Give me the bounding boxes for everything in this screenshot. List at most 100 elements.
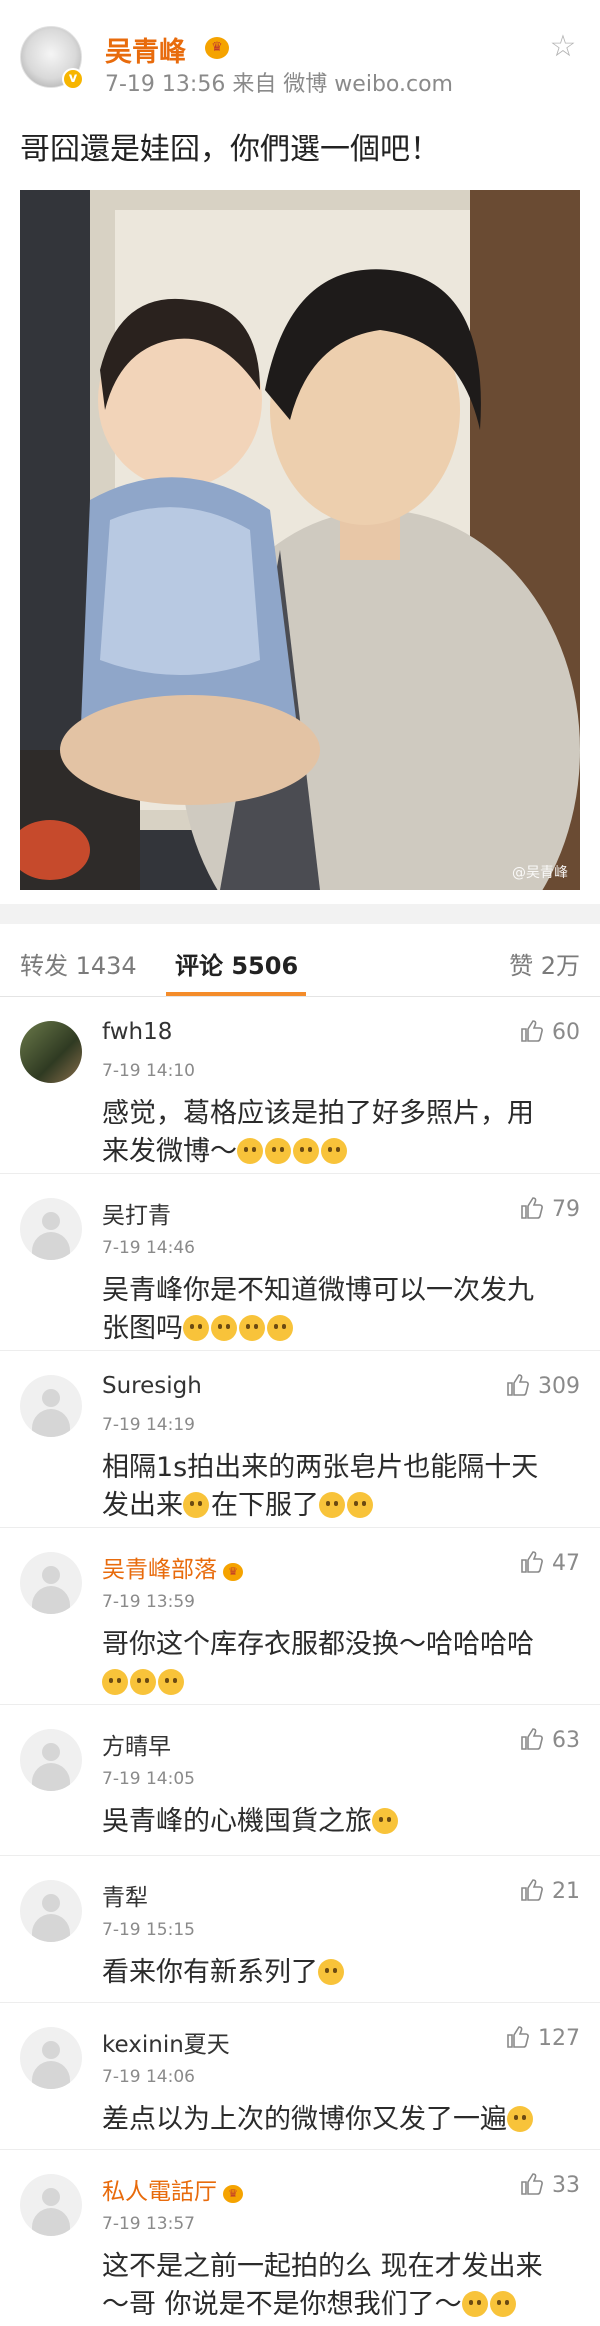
photo-illustration: [20, 190, 580, 890]
comment-item: 吴青峰部落 ♛ 7-19 13:59 47 哥你这个库存衣服都没换～哈哈哈哈: [0, 1528, 600, 1705]
crying-emoji-icon: [183, 1315, 209, 1341]
thumb-up-icon: [521, 1879, 543, 1901]
comment-time: 7-19 14:46: [102, 1238, 195, 1258]
like-count: 79: [552, 1197, 580, 1222]
vip-crown-icon: ♛: [205, 37, 229, 59]
commenter-name[interactable]: 青犁: [102, 1878, 148, 1912]
commenter-name[interactable]: 吴青峰部落 ♛: [102, 1550, 243, 1584]
verified-badge-icon: v: [62, 68, 84, 90]
like-button[interactable]: 33: [520, 2172, 580, 2198]
thumb-up-icon: [521, 1020, 543, 1042]
like-button[interactable]: 60: [520, 1019, 580, 1045]
smile-emoji-icon: [293, 1138, 319, 1164]
post-meta: 7-19 13:56 来自 微博 weibo.com: [105, 72, 453, 97]
like-button[interactable]: 47: [520, 1550, 580, 1576]
crying-emoji-icon: [239, 1315, 265, 1341]
section-divider: [0, 904, 600, 924]
laughing-emoji-icon: [130, 1669, 156, 1695]
like-button[interactable]: 127: [506, 2025, 580, 2051]
thumb-up-icon: [521, 1728, 543, 1750]
comment-text: 吳青峰的心機囤貨之旅: [102, 1803, 580, 1841]
comment-text: 这不是之前一起拍的么 现在才发出来 ～哥 你说是不是你想我们了～: [102, 2251, 543, 2320]
laughing-emoji-icon: [158, 1669, 184, 1695]
smile-emoji-icon: [265, 1138, 291, 1164]
smile-emoji-icon: [237, 1138, 263, 1164]
kiss-emoji-icon: [489, 2291, 516, 2317]
comment-text: 看来你有新系列了: [102, 1954, 580, 1992]
crying-emoji-icon: [211, 1315, 237, 1341]
comment-time: 7-19 15:15: [102, 1920, 195, 1940]
clap-emoji-icon: [347, 1492, 373, 1518]
post-text: 哥囧還是娃囧，你們選一個吧！: [20, 132, 440, 167]
like-count: 21: [552, 1879, 580, 1904]
active-tab-underline: [166, 992, 306, 996]
post-tabs: 转发 1434 评论 5506 赞 2万: [0, 924, 600, 997]
thumb-up-icon: [521, 2173, 543, 2195]
tab-comments[interactable]: 评论 5506: [175, 946, 298, 981]
comment-time: 7-19 14:05: [102, 1769, 195, 1789]
vip-crown-icon: ♛: [223, 1563, 243, 1581]
like-button[interactable]: 79: [520, 1196, 580, 1222]
comment-time: 7-19 14:06: [102, 2067, 195, 2087]
comment-item: Suresigh 7-19 14:19 309 相隔1s拍出来的两张皂片也能隔十…: [0, 1351, 600, 1528]
comment-text: 吴青峰你是不知道微博可以一次发九 张图吗: [102, 1275, 534, 1344]
commenter-avatar[interactable]: [20, 1729, 82, 1791]
commenter-avatar[interactable]: [20, 2027, 82, 2089]
commenter-avatar[interactable]: [20, 1021, 82, 1083]
laughing-tears-emoji-icon: [507, 2106, 533, 2132]
clap-emoji-icon: [319, 1492, 345, 1518]
favorite-star-icon[interactable]: ☆: [546, 30, 580, 64]
commenter-name[interactable]: fwh18: [102, 1019, 172, 1045]
like-count: 33: [552, 2173, 580, 2198]
vip-crown-icon: ♛: [223, 2185, 243, 2203]
commenter-name[interactable]: 私人電話厅 ♛: [102, 2172, 243, 2206]
doge-emoji-icon: [318, 1959, 344, 1985]
thumb-up-icon: [507, 2026, 529, 2048]
like-button[interactable]: 309: [506, 1373, 580, 1399]
photo-watermark: @吴青峰: [512, 865, 568, 881]
commenter-avatar[interactable]: [20, 1880, 82, 1942]
like-count: 63: [552, 1728, 580, 1753]
thumb-up-icon: [507, 1374, 529, 1396]
comment-text: 差点以为上次的微博你又发了一遍: [102, 2101, 580, 2139]
like-count: 309: [538, 1374, 580, 1399]
sly-emoji-icon: [372, 1808, 398, 1834]
post-header: v 吴青峰 ♛ 7-19 13:56 来自 微博 weibo.com ☆: [0, 0, 600, 100]
kiss-emoji-icon: [461, 2291, 488, 2317]
commenter-name[interactable]: 吴打青: [102, 1196, 171, 1230]
comment-text: 感觉，葛格应该是拍了好多照片，用 来发微博～: [102, 1098, 534, 1167]
commenter-avatar[interactable]: [20, 1375, 82, 1437]
commenter-name[interactable]: 方晴早: [102, 1727, 171, 1761]
comment-item: 私人電話厅 ♛ 7-19 13:57 33 这不是之前一起拍的么 现在才发出来 ～哥…: [0, 2150, 600, 2326]
like-button[interactable]: 21: [520, 1878, 580, 1904]
comment-time: 7-19 14:19: [102, 1415, 195, 1435]
author-name[interactable]: 吴青峰: [105, 30, 186, 69]
comment-item: 青犁 7-19 15:15 21 看来你有新系列了: [0, 1856, 600, 2003]
comment-text: 相隔1s拍出来的两张皂片也能隔十天 发出来 在下服了: [102, 1452, 539, 1521]
comment-time: 7-19 13:59: [102, 1592, 195, 1612]
post-photo[interactable]: @吴青峰: [20, 190, 580, 890]
tab-likes[interactable]: 赞 2万: [509, 946, 580, 981]
comment-time: 7-19 13:57: [102, 2214, 195, 2234]
like-count: 60: [552, 1020, 580, 1045]
commenter-avatar[interactable]: [20, 1198, 82, 1260]
thumb-up-icon: [521, 1551, 543, 1573]
comment-time: 7-19 14:10: [102, 1061, 195, 1081]
comment-text: 哥你这个库存衣服都没换～哈哈哈哈: [102, 1626, 580, 1702]
comment-item: fwh18 7-19 14:10 60 感觉，葛格应该是拍了好多照片，用 来发微博…: [0, 997, 600, 1174]
commenter-name[interactable]: Suresigh: [102, 1373, 202, 1399]
like-button[interactable]: 63: [520, 1727, 580, 1753]
comment-item: 吴打青 7-19 14:46 79 吴青峰你是不知道微博可以一次发九 张图吗: [0, 1174, 600, 1351]
comment-item: kexinin夏天 7-19 14:06 127 差点以为上次的微博你又发了一遍: [0, 2003, 600, 2150]
commenter-name[interactable]: kexinin夏天: [102, 2025, 230, 2059]
tab-repost[interactable]: 转发 1434: [20, 946, 137, 981]
smile-emoji-icon: [321, 1138, 347, 1164]
laughing-emoji-icon: [102, 1669, 128, 1695]
like-count: 127: [538, 2026, 580, 2051]
shocked-emoji-icon: [267, 1315, 293, 1341]
comment-item: 方晴早 7-19 14:05 63 吳青峰的心機囤貨之旅: [0, 1705, 600, 1856]
like-count: 47: [552, 1551, 580, 1576]
commenter-avatar[interactable]: [20, 2174, 82, 2236]
smile-emoji-icon: [183, 1492, 209, 1518]
commenter-avatar[interactable]: [20, 1552, 82, 1614]
